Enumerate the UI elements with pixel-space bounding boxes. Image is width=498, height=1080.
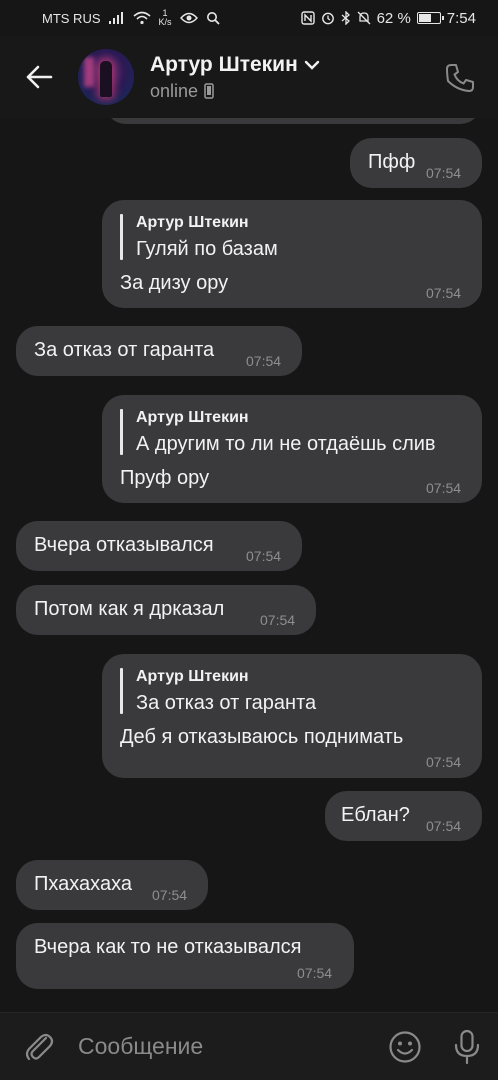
emoji-button[interactable] xyxy=(374,1013,436,1080)
alarm-icon xyxy=(321,11,335,25)
message-time: 07:54 xyxy=(246,548,282,564)
paperclip-icon xyxy=(25,1033,54,1060)
composer-bar xyxy=(0,1012,498,1080)
reply-bar xyxy=(120,214,123,260)
phone-call-icon xyxy=(446,64,474,92)
contact-info[interactable]: Артур Штекин online xyxy=(150,53,320,102)
message-bubble-out[interactable]: Артур Штекин За отказ от гаранта Деб я о… xyxy=(102,654,482,778)
message-bubble-in[interactable]: Вчера как то не отказывался 07:54 xyxy=(16,923,354,989)
signal-icon xyxy=(108,12,125,24)
message-bubble-in[interactable]: Пхахахаха 07:54 xyxy=(16,860,208,910)
battery-fill xyxy=(418,14,432,22)
chat-screen: MTS RUS 1 K/s 62 % 7:54 Артур Штекин onl… xyxy=(0,0,498,1080)
message-text: Еблан? xyxy=(341,804,410,826)
chevron-down-icon xyxy=(304,60,319,70)
message-bubble-in[interactable]: Потом как я дрказал 07:54 xyxy=(16,585,316,635)
message-time: 07:54 xyxy=(426,165,462,181)
message-time: 07:54 xyxy=(260,612,296,628)
chat-header: Артур Штекин online xyxy=(0,36,498,118)
reply-text: За отказ от гаранта xyxy=(136,692,317,714)
message-text: Пруф ору xyxy=(120,467,210,489)
message-bubble-in[interactable]: Вчера отказывался 07:54 xyxy=(16,521,302,571)
message-text: Вчера отказывался xyxy=(34,534,214,556)
status-bar: MTS RUS 1 K/s 62 % 7:54 xyxy=(0,0,498,36)
search-icon xyxy=(206,11,220,25)
wifi-icon xyxy=(132,11,151,25)
message-time: 07:54 xyxy=(426,285,462,301)
message-bubble-in[interactable]: За отказ от гаранта 07:54 xyxy=(16,326,302,376)
message-time: 07:54 xyxy=(152,887,188,903)
message-text: За отказ от гаранта xyxy=(34,339,215,361)
emoji-icon xyxy=(389,1030,421,1063)
arrow-left-icon xyxy=(26,65,53,89)
phone-device-icon xyxy=(204,83,214,99)
attach-button[interactable] xyxy=(0,1013,78,1080)
message-time: 07:54 xyxy=(426,480,462,496)
message-text: Пхахахаха xyxy=(34,873,132,895)
battery-percent: 62 % xyxy=(376,9,411,27)
message-time: 07:54 xyxy=(297,965,333,981)
reply-text: Гуляй по базам xyxy=(136,238,278,260)
message-text: Вчера как то не отказывался xyxy=(34,936,302,958)
mute-bell-icon xyxy=(357,11,371,25)
voice-button[interactable] xyxy=(436,1013,498,1080)
message-text: За дизу ору xyxy=(120,272,229,294)
message-time: 07:54 xyxy=(426,818,462,834)
message-bubble-out[interactable]: Еблан? 07:54 xyxy=(325,791,482,841)
contact-name: Артур Штекин xyxy=(150,52,298,76)
network-speed: 1 K/s xyxy=(159,9,172,27)
message-time: 07:54 xyxy=(246,353,282,369)
reply-bar xyxy=(120,668,123,714)
back-button[interactable] xyxy=(0,36,78,118)
message-time: 07:54 xyxy=(426,754,462,770)
message-bubble-out[interactable]: Пфф 07:54 xyxy=(350,138,482,188)
message-text: Деб я отказываюсь поднимать xyxy=(120,726,404,748)
bluetooth-icon xyxy=(341,11,351,25)
clock: 7:54 xyxy=(446,9,476,27)
message-text: Потом как я дрказал xyxy=(34,598,225,620)
eye-icon xyxy=(179,12,198,24)
reply-text: А другим то ли не отдаёшь слив xyxy=(136,433,436,455)
reply-author: Артур Штекин xyxy=(136,214,249,231)
avatar[interactable] xyxy=(78,49,134,105)
nfc-icon xyxy=(300,11,315,25)
reply-author: Артур Штекин xyxy=(136,668,249,685)
call-button[interactable] xyxy=(440,58,480,98)
reply-bar xyxy=(120,409,123,455)
carrier-label: MTS RUS xyxy=(42,10,101,26)
microphone-icon xyxy=(454,1029,480,1064)
battery-icon xyxy=(416,12,444,24)
message-bubble-partial xyxy=(104,118,482,124)
contact-status: online xyxy=(150,80,199,101)
message-text: Пфф xyxy=(368,151,416,173)
message-bubble-out[interactable]: Артур Штекин А другим то ли не отдаёшь с… xyxy=(102,395,482,503)
message-input[interactable] xyxy=(78,1012,374,1080)
message-list: Пфф 07:54 Артур Штекин Гуляй по базам За… xyxy=(0,118,498,1012)
network-speed-unit: K/s xyxy=(158,17,172,27)
reply-author: Артур Штекин xyxy=(136,409,249,426)
message-bubble-out[interactable]: Артур Штекин Гуляй по базам За дизу ору … xyxy=(102,200,482,308)
